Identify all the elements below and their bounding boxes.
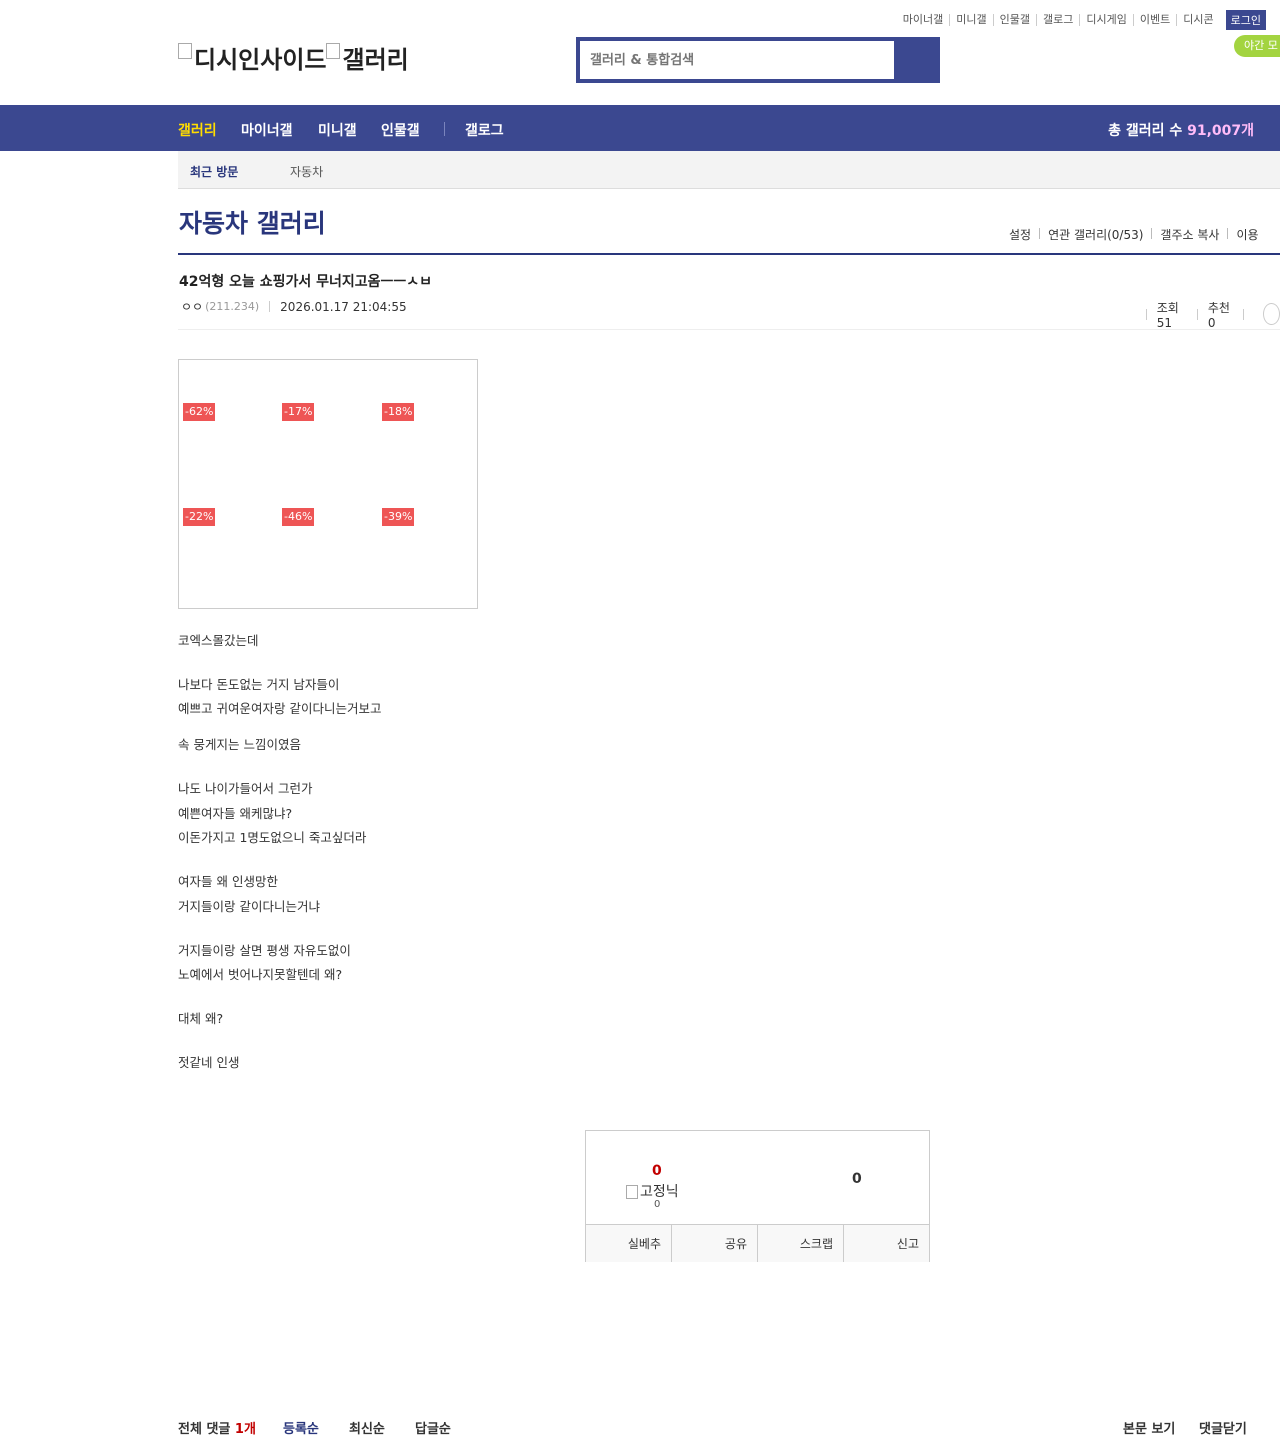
gallery-links: 설정 연관 갤러리(0/53) 갤주소 복사 이용 xyxy=(1001,226,1267,243)
post-views: 조회 51 xyxy=(1156,301,1179,330)
logo-text-gallery: 갤러리 xyxy=(342,46,409,74)
sort-by-registered[interactable]: 등록순 xyxy=(283,1418,319,1437)
share-button[interactable]: 공유 xyxy=(671,1225,757,1262)
meta-divider xyxy=(178,329,1280,330)
discount-badge: -17% xyxy=(282,403,315,421)
discount-badge: -18% xyxy=(382,403,415,421)
vote-box: 0 고정닉 0 0 실베추 공유 스크랩 신고 xyxy=(585,1130,930,1262)
top-link-mini[interactable]: 미니갤 xyxy=(949,14,992,26)
post-body-line: 코엑스몰갔는데 xyxy=(178,633,259,648)
top-link-minor[interactable]: 마이너갤 xyxy=(897,14,949,26)
post-body-line: 젓같네 인생 xyxy=(178,1055,240,1070)
discount-badge: -62% xyxy=(183,403,216,421)
total-gallery-label: 총 갤러리 수 xyxy=(1108,123,1183,139)
post-body-line: 속 뭉게지는 느낌이였음 xyxy=(178,737,301,752)
upvote-count: 0 xyxy=(652,1163,662,1179)
post-body-line: 예쁘고 귀여운여자랑 같이다니는거보고 xyxy=(178,701,382,716)
search-input[interactable] xyxy=(580,41,894,79)
divider xyxy=(1242,309,1244,320)
post-body-line: 나도 나이가들어서 그런가 xyxy=(178,781,313,796)
recent-visits-bar: 최근 방문 자동차 xyxy=(178,151,1280,189)
top-link-dccon[interactable]: 디시콘 xyxy=(1176,14,1219,26)
comment-count-circle[interactable] xyxy=(1263,302,1280,325)
post-body-line: 노예에서 벗어나지못할텐데 왜? xyxy=(178,967,343,982)
total-gallery-count: 총 갤러리 수 91,007개 xyxy=(1108,120,1254,140)
post-date: 2026.01.17 21:04:55 xyxy=(280,299,407,314)
comment-total-label: 전체 댓글 xyxy=(178,1422,231,1437)
total-gallery-value: 91,007개 xyxy=(1187,123,1254,139)
post-body-line: 나보다 돈도없는 거지 남자들이 xyxy=(178,677,340,692)
recent-visit-item[interactable]: 자동차 xyxy=(290,163,323,180)
post-body-line: 거지들이랑 같이다니는거냐 xyxy=(178,899,320,914)
fixed-nick-upvote[interactable]: 고정닉 xyxy=(626,1181,679,1201)
post-title: 42억형 오늘 쇼핑가서 무너지고옴ㅡㅡㅅㅂ xyxy=(179,274,433,290)
nav-gallog[interactable]: 갤로그 xyxy=(465,120,504,140)
search-box xyxy=(576,37,940,83)
comment-total-count: 1개 xyxy=(234,1422,256,1437)
post-body-line: 예쁜여자들 왜케많냐? xyxy=(178,806,293,821)
copy-address-link[interactable]: 갤주소 복사 xyxy=(1152,226,1227,243)
post-body-line: 여자들 왜 인생망한 xyxy=(178,874,278,889)
post-recommend: 추천 0 xyxy=(1207,301,1230,330)
discount-badge: -39% xyxy=(382,508,415,526)
divider xyxy=(1146,309,1147,320)
report-button[interactable]: 신고 xyxy=(843,1225,929,1262)
search-button[interactable] xyxy=(896,41,936,79)
recent-visits-label[interactable]: 최근 방문 xyxy=(190,163,238,180)
title-divider xyxy=(178,253,1280,255)
discount-badge: -22% xyxy=(183,508,216,526)
top-link-dcgame[interactable]: 디시게임 xyxy=(1079,14,1132,26)
scrap-button[interactable]: 스크랩 xyxy=(757,1225,843,1262)
top-utility-links: 마이너갤 미니갤 인물갤 갤로그 디시게임 이벤트 디시콘 로그인 xyxy=(897,10,1266,30)
broken-image-icon xyxy=(626,1185,638,1199)
top-link-gallog[interactable]: 갤로그 xyxy=(1036,14,1079,26)
post-body-line: 이돈가지고 1명도없으니 죽고싶더라 xyxy=(178,830,367,845)
post-author[interactable]: ㅇㅇ xyxy=(181,298,203,315)
post-meta: ㅇㅇ (211.234) 2026.01.17 21:04:55 xyxy=(181,298,407,315)
broken-image-icon xyxy=(326,43,341,59)
usage-link[interactable]: 이용 xyxy=(1228,226,1266,243)
nav-divider xyxy=(444,122,445,136)
nav-gallery[interactable]: 갤러리 xyxy=(178,120,217,140)
post-body-line: 거지들이랑 살면 평생 자유도없이 xyxy=(178,943,351,958)
nav-minor[interactable]: 마이너갤 xyxy=(241,120,293,140)
main-nav: 갤러리 마이너갤 미니갤 인물갤 갤로그 총 갤러리 수 91,007개 xyxy=(0,105,1280,151)
divider xyxy=(1197,309,1198,320)
comment-total: 전체 댓글 1개 xyxy=(178,1418,256,1437)
fixed-nick-count: 0 xyxy=(654,1199,661,1210)
post-stats: 조회 51 추천 0 xyxy=(1136,299,1280,330)
related-gallery-link[interactable]: 연관 갤러리(0/53) xyxy=(1040,226,1151,243)
nav-person[interactable]: 인물갤 xyxy=(381,120,420,140)
login-button[interactable]: 로그인 xyxy=(1225,10,1266,30)
broken-image-icon xyxy=(178,43,192,59)
view-body-button[interactable]: 본문 보기 xyxy=(1123,1418,1175,1437)
fixed-nick-label: 고정닉 xyxy=(640,1184,679,1200)
top-link-person[interactable]: 인물갤 xyxy=(992,14,1036,26)
sort-by-replies[interactable]: 답글순 xyxy=(415,1418,451,1437)
top-link-event[interactable]: 이벤트 xyxy=(1132,14,1176,26)
downvote-count: 0 xyxy=(852,1171,862,1187)
post-body-line: 대체 왜? xyxy=(178,1011,224,1026)
logo-text-dcinside: 디시인사이드 xyxy=(194,46,327,74)
close-comments-button[interactable]: 댓글닫기 xyxy=(1199,1418,1247,1437)
post-image[interactable]: -62% -17% -18% -22% -46% -39% xyxy=(178,359,478,609)
gallery-settings-link[interactable]: 설정 xyxy=(1001,226,1039,243)
search-icon xyxy=(896,41,936,79)
realbest-button[interactable]: 실베추 xyxy=(586,1225,671,1262)
vote-action-bar: 실베추 공유 스크랩 신고 xyxy=(586,1224,929,1262)
post-ip: (211.234) xyxy=(205,300,260,313)
discount-badge: -46% xyxy=(282,508,315,526)
night-mode-button[interactable]: 야간 모 xyxy=(1234,35,1280,57)
divider xyxy=(269,301,271,312)
site-logo[interactable]: 디시인사이드 갤러리 xyxy=(178,40,409,75)
gallery-title[interactable]: 자동차 갤러리 xyxy=(179,204,326,240)
nav-mini[interactable]: 미니갤 xyxy=(318,120,357,140)
sort-by-latest[interactable]: 최신순 xyxy=(349,1418,385,1437)
